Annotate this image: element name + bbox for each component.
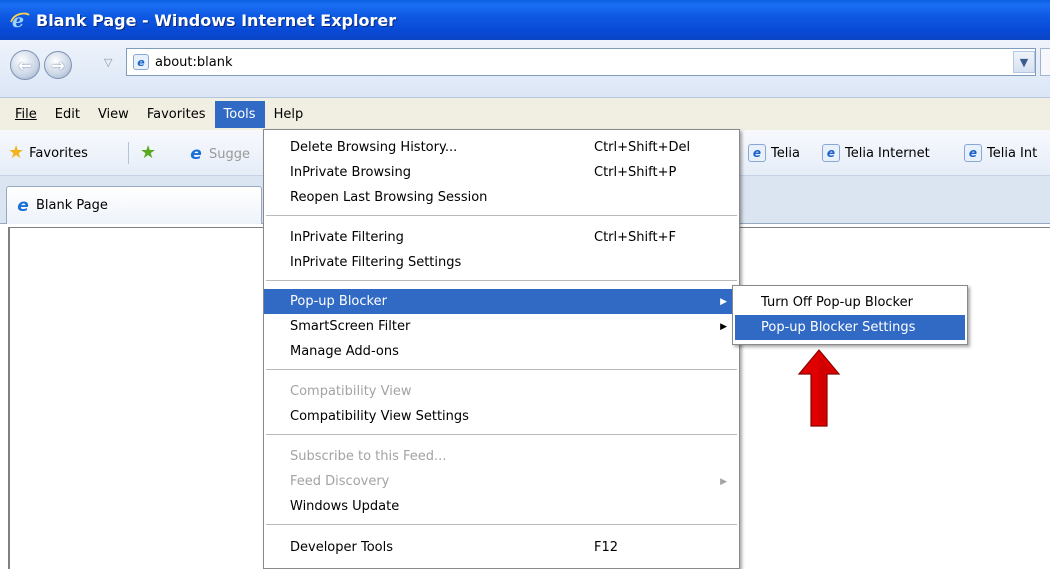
add-favorite-star-icon: ★ [140,142,157,163]
submenu-item-label: Turn Off Pop-up Blocker [761,295,913,310]
back-arrow-icon: ← [18,55,32,75]
menu-item-label: InPrivate Filtering Settings [290,255,462,270]
tab-page-icon: e [17,195,29,216]
menu-file[interactable]: File [6,101,46,128]
menu-item-label: Reopen Last Browsing Session [290,190,488,205]
menu-item-shortcut: Ctrl+Shift+Del [594,140,691,155]
title-bar: e Blank Page - Windows Internet Explorer [0,0,1050,40]
address-dropdown-icon[interactable]: ▼ [1013,51,1035,73]
menu-file-label: File [15,106,37,122]
menu-tools[interactable]: Tools [214,100,265,128]
tab-blank-page[interactable]: e Blank Page [6,186,262,224]
menu-divider [266,369,737,370]
suggested-sites-label: Sugge [209,146,250,162]
menu-item-label: Compatibility View Settings [290,409,469,424]
menu-divider [266,280,737,281]
favorites-button[interactable]: ★ Favorites [8,144,88,162]
submenu-item-turn-off-popup-blocker[interactable]: Turn Off Pop-up Blocker [735,290,965,315]
submenu-arrow-icon: ▶ [720,476,727,487]
suggested-sites-icon: e [190,144,202,164]
menu-item-label: Subscribe to this Feed... [290,449,447,464]
ie-logo-icon: e [10,10,30,32]
menu-item-subscribe-feed: Subscribe to this Feed... [264,444,739,469]
tab-label: Blank Page [36,198,108,213]
menu-item-label: Compatibility View [290,384,412,399]
submenu-item-label: Pop-up Blocker Settings [761,320,916,335]
menu-item-label: Manage Add-ons [290,344,399,359]
menu-item-label: InPrivate Browsing [290,165,411,180]
favorites-separator [128,142,129,164]
menu-item-label: Developer Tools [290,540,394,555]
menu-item-windows-update[interactable]: Windows Update [264,494,739,519]
tools-menu: Delete Browsing History... Ctrl+Shift+De… [263,129,740,569]
menu-divider [266,434,737,435]
navigation-bar: ← → ▽ e about:blank ▼ [0,40,1050,98]
menu-item-label: Delete Browsing History... [290,140,458,155]
forward-button[interactable]: → [44,51,72,79]
forward-arrow-icon: → [51,55,65,75]
telia-page-icon: e [748,144,766,162]
menu-item-label: SmartScreen Filter [290,319,411,334]
submenu-item-popup-blocker-settings[interactable]: Pop-up Blocker Settings [735,315,965,340]
menu-item-label: Windows Update [290,499,400,514]
favorite-link-telia-int[interactable]: e Telia Int [964,144,1037,162]
menu-divider [266,524,737,525]
recent-pages-dropdown-icon[interactable]: ▽ [104,56,112,69]
add-to-favorites-button[interactable]: ★ [140,144,161,162]
menu-item-popup-blocker[interactable]: Pop-up Blocker ▶ [264,289,739,314]
menu-item-shortcut: Ctrl+Shift+P [594,165,677,180]
menu-edit[interactable]: Edit [46,101,89,128]
menu-item-feed-discovery: Feed Discovery ▶ [264,469,739,494]
favorite-link-label: Telia Internet [845,145,930,161]
menu-item-shortcut: Ctrl+Shift+F [594,230,676,245]
menu-item-developer-tools[interactable]: Developer Tools F12 [264,535,739,560]
red-up-arrow-icon [797,349,841,427]
favorites-label: Favorites [29,145,88,161]
popup-blocker-submenu: Turn Off Pop-up Blocker Pop-up Blocker S… [732,285,968,345]
telia-internet-page-icon: e [822,144,840,162]
page-icon: e [133,54,154,70]
menu-item-shortcut: F12 [594,540,619,555]
menu-item-delete-browsing-history[interactable]: Delete Browsing History... Ctrl+Shift+De… [264,135,739,160]
menu-favorites[interactable]: Favorites [138,101,215,128]
favorite-link-telia[interactable]: e Telia [748,144,800,162]
menu-item-reopen-last-session[interactable]: Reopen Last Browsing Session [264,185,739,210]
suggested-sites-button[interactable]: e Sugge [186,144,250,164]
refresh-button-edge[interactable] [1040,48,1050,76]
menu-item-compatibility-view: Compatibility View [264,379,739,404]
menu-divider [266,215,737,216]
submenu-arrow-icon: ▶ [720,321,727,332]
address-field[interactable]: e about:blank ▼ [126,48,1036,76]
favorite-link-label: Telia [771,145,800,161]
menu-item-inprivate-browsing[interactable]: InPrivate Browsing Ctrl+Shift+P [264,160,739,185]
menu-item-label: Pop-up Blocker [290,294,387,309]
submenu-arrow-icon: ▶ [720,296,727,307]
menu-item-smartscreen-filter[interactable]: SmartScreen Filter ▶ [264,314,739,339]
menu-item-compatibility-view-settings[interactable]: Compatibility View Settings [264,404,739,429]
menu-item-inprivate-filtering[interactable]: InPrivate Filtering Ctrl+Shift+F [264,225,739,250]
favorite-link-telia-internet[interactable]: e Telia Internet [822,144,930,162]
menu-bar: File Edit View Favorites Tools Help [0,98,1050,130]
menu-item-manage-add-ons[interactable]: Manage Add-ons [264,339,739,364]
menu-item-label: InPrivate Filtering [290,230,404,245]
window-title: Blank Page - Windows Internet Explorer [36,10,397,30]
favorites-star-icon: ★ [8,142,25,163]
menu-item-label: Feed Discovery [290,474,390,489]
favorite-link-label: Telia Int [987,145,1038,161]
menu-help[interactable]: Help [265,101,313,128]
back-button[interactable]: ← [10,50,40,80]
address-text: about:blank [155,54,233,70]
menu-view[interactable]: View [89,101,138,128]
telia-int-page-icon: e [964,144,982,162]
menu-item-inprivate-filtering-settings[interactable]: InPrivate Filtering Settings [264,250,739,275]
